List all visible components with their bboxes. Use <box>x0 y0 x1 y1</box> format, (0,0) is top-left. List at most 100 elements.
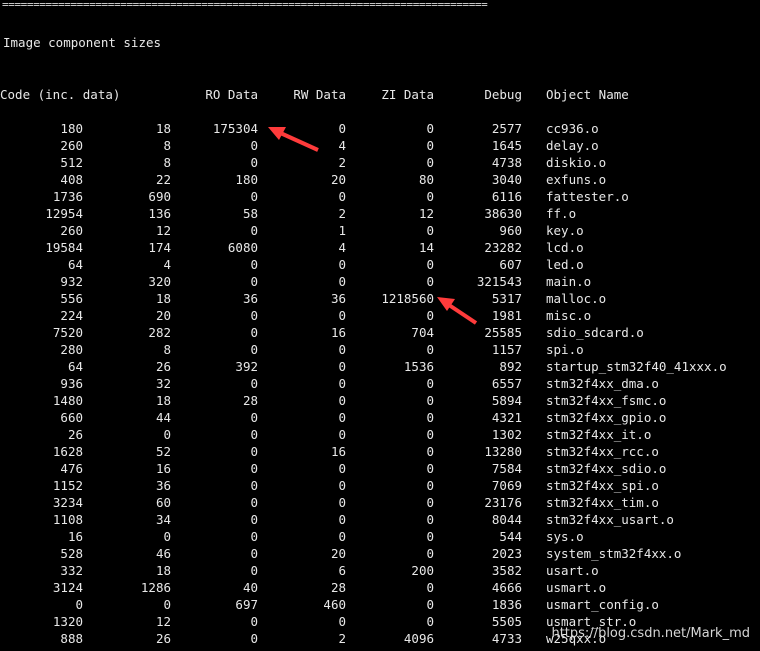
cell-zi-data: 0 <box>426 155 434 170</box>
cell-debug: 13280 <box>484 444 522 459</box>
cell-zi-data: 200 <box>411 563 434 578</box>
cell-inc-data: 22 <box>155 172 171 187</box>
cell-object-name: stm32f4xx_fsmc.o <box>546 393 667 408</box>
table-row: 3124 1286 40 28 0 4666 usmart.o <box>0 579 760 596</box>
cell-debug: 7584 <box>491 461 522 476</box>
cell-inc-data: 690 <box>148 189 171 204</box>
cell-object-name: cc936.o <box>546 121 599 136</box>
cell-rw-data: 16 <box>330 444 346 459</box>
cell-zi-data: 0 <box>426 529 434 544</box>
table-row: 476 16 0 0 0 7584 stm32f4xx_sdio.o <box>0 460 760 477</box>
cell-object-name: stm32f4xx_dma.o <box>546 376 659 391</box>
cell-debug: 892 <box>499 359 522 374</box>
cell-ro-data: 175304 <box>212 121 258 136</box>
table-row: 936 32 0 0 0 6557 stm32f4xx_dma.o <box>0 375 760 392</box>
header-object-name: Object Name <box>546 87 629 102</box>
cell-rw-data: 0 <box>338 529 346 544</box>
cell-debug: 321543 <box>476 274 522 289</box>
cell-inc-data: 16 <box>155 461 171 476</box>
cell-code: 476 <box>60 461 83 476</box>
cell-rw-data: 0 <box>338 393 346 408</box>
cell-rw-data: 4 <box>338 240 346 255</box>
cell-object-name: sys.o <box>546 529 584 544</box>
cell-code: 408 <box>60 172 83 187</box>
cell-ro-data: 0 <box>250 308 258 323</box>
cell-code: 12954 <box>45 206 83 221</box>
cell-ro-data: 180 <box>235 172 258 187</box>
cell-inc-data: 0 <box>163 427 171 442</box>
cell-ro-data: 0 <box>250 257 258 272</box>
cell-inc-data: 18 <box>155 393 171 408</box>
table-row: 260 8 0 4 0 1645 delay.o <box>0 137 760 154</box>
cell-debug: 23282 <box>484 240 522 255</box>
cell-zi-data: 0 <box>426 427 434 442</box>
cell-code: 528 <box>60 546 83 561</box>
cell-code: 1320 <box>52 614 83 629</box>
cell-inc-data: 282 <box>148 325 171 340</box>
cell-ro-data: 0 <box>250 461 258 476</box>
cell-object-name: stm32f4xx_it.o <box>546 427 652 442</box>
cell-zi-data: 14 <box>418 240 434 255</box>
cell-rw-data: 16 <box>330 325 346 340</box>
cell-object-name: sdio_sdcard.o <box>546 325 644 340</box>
cell-inc-data: 52 <box>155 444 171 459</box>
cell-rw-data: 0 <box>338 410 346 425</box>
cell-debug: 4666 <box>491 580 522 595</box>
cell-object-name: stm32f4xx_usart.o <box>546 512 674 527</box>
cell-ro-data: 28 <box>242 393 258 408</box>
cell-code: 3124 <box>52 580 83 595</box>
cell-inc-data: 8 <box>163 155 171 170</box>
cell-ro-data: 697 <box>235 597 258 612</box>
cell-inc-data: 46 <box>155 546 171 561</box>
cell-ro-data: 392 <box>235 359 258 374</box>
table-row: 1736 690 0 0 0 6116 fattester.o <box>0 188 760 205</box>
cell-rw-data: 0 <box>338 461 346 476</box>
cell-ro-data: 0 <box>250 376 258 391</box>
cell-object-name: main.o <box>546 274 592 289</box>
cell-object-name: delay.o <box>546 138 599 153</box>
cell-ro-data: 0 <box>250 342 258 357</box>
table-row: 26 0 0 0 0 1302 stm32f4xx_it.o <box>0 426 760 443</box>
cell-debug: 38630 <box>484 206 522 221</box>
cell-inc-data: 18 <box>155 563 171 578</box>
table-row: 0 0 697 460 0 1836 usmart_config.o <box>0 596 760 613</box>
table-row: 1480 18 28 0 0 5894 stm32f4xx_fsmc.o <box>0 392 760 409</box>
cell-object-name: stm32f4xx_sdio.o <box>546 461 667 476</box>
cell-code: 180 <box>60 121 83 136</box>
cell-ro-data: 0 <box>250 478 258 493</box>
cell-code: 260 <box>60 138 83 153</box>
cell-ro-data: 0 <box>250 495 258 510</box>
cell-zi-data: 0 <box>426 546 434 561</box>
cell-zi-data: 12 <box>418 206 434 221</box>
cell-ro-data: 0 <box>250 563 258 578</box>
cell-debug: 544 <box>499 529 522 544</box>
cell-rw-data: 0 <box>338 495 346 510</box>
cell-object-name: fattester.o <box>546 189 629 204</box>
header-ro-data: RO Data <box>205 87 258 102</box>
cell-inc-data: 36 <box>155 478 171 493</box>
header-zi-data: ZI Data <box>381 87 434 102</box>
cell-zi-data: 0 <box>426 597 434 612</box>
table-row: 19584 174 6080 4 14 23282 lcd.o <box>0 239 760 256</box>
cell-rw-data: 0 <box>338 342 346 357</box>
cell-debug: 960 <box>499 223 522 238</box>
cell-zi-data: 0 <box>426 257 434 272</box>
cell-code: 280 <box>60 342 83 357</box>
cell-code: 0 <box>75 597 83 612</box>
cell-ro-data: 0 <box>250 155 258 170</box>
cell-ro-data: 0 <box>250 274 258 289</box>
cell-inc-data: 320 <box>148 274 171 289</box>
table-row: 180 18 175304 0 0 2577 cc936.o <box>0 120 760 137</box>
cell-inc-data: 136 <box>148 206 171 221</box>
cell-code: 1152 <box>52 478 83 493</box>
cell-inc-data: 20 <box>155 308 171 323</box>
table-row: 512 8 0 2 0 4738 diskio.o <box>0 154 760 171</box>
cell-debug: 7069 <box>491 478 522 493</box>
table-row: 280 8 0 0 0 1157 spi.o <box>0 341 760 358</box>
cell-object-name: misc.o <box>546 308 592 323</box>
watermark-text: https://blog.csdn.net/Mark_md <box>551 626 750 641</box>
cell-object-name: system_stm32f4xx.o <box>546 546 682 561</box>
cell-ro-data: 0 <box>250 614 258 629</box>
cell-ro-data: 40 <box>242 580 258 595</box>
cell-debug: 25585 <box>484 325 522 340</box>
